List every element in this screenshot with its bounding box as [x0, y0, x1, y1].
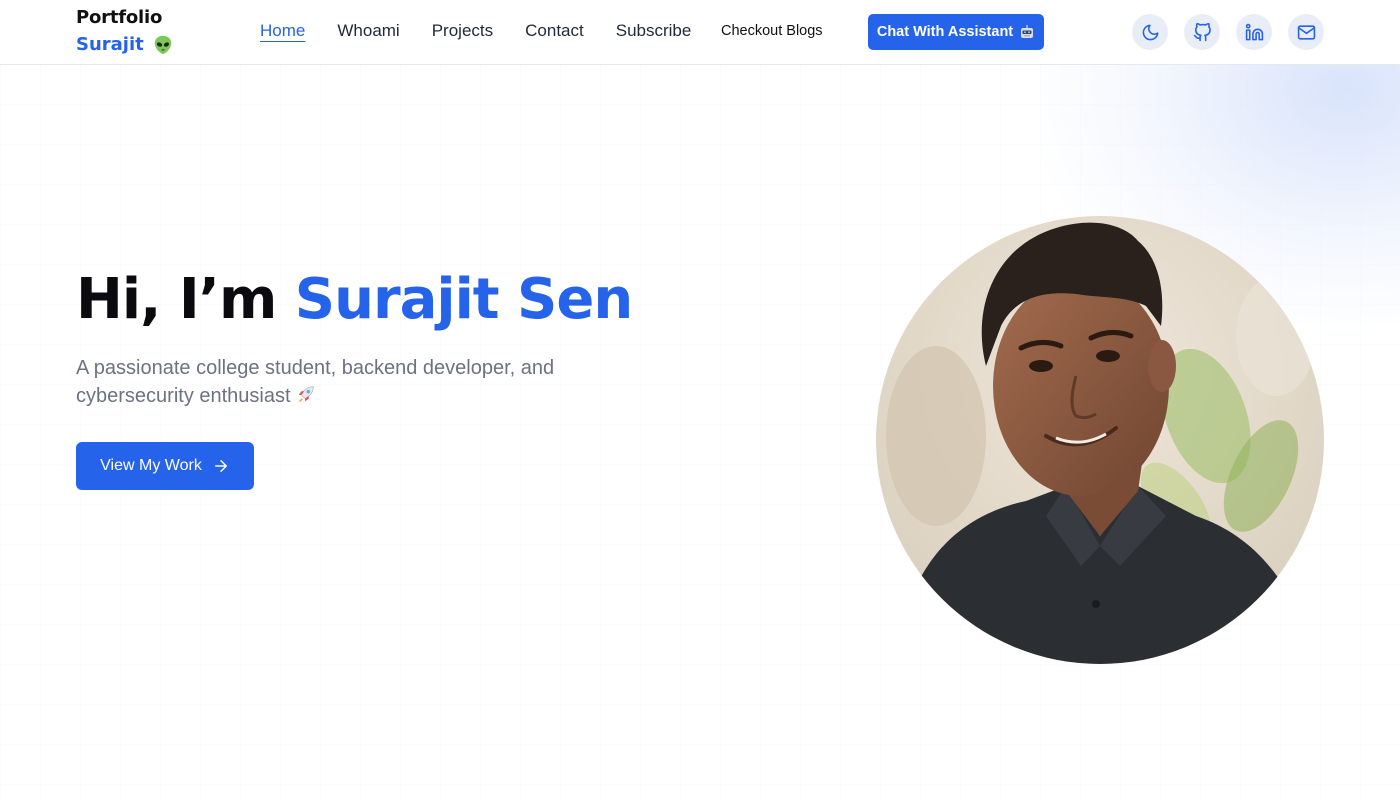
linkedin-link-button[interactable] — [1236, 14, 1272, 50]
nav-link-projects[interactable]: Projects — [432, 20, 493, 42]
hero-subtitle: A passionate college student, backend de… — [76, 354, 596, 410]
hero-heading: Hi, I’m Surajit Sen — [76, 264, 633, 336]
nav-link-whoami[interactable]: Whoami — [337, 20, 399, 42]
hero-greeting: Hi, I’m — [76, 267, 295, 332]
arrow-right-icon — [214, 460, 227, 472]
profile-photo-image — [876, 216, 1324, 664]
nav-link-subscribe[interactable]: Subscribe — [616, 20, 692, 42]
rocket-emoji-icon — [298, 386, 314, 402]
view-my-work-label: View My Work — [100, 457, 202, 474]
theme-toggle-button[interactable] — [1132, 14, 1168, 50]
moon-icon — [1142, 24, 1158, 40]
nav-link-contact[interactable]: Contact — [525, 20, 584, 42]
chat-assistant-button[interactable]: Chat With Assistant — [868, 14, 1044, 50]
github-link-button[interactable] — [1184, 14, 1220, 50]
alien-emoji-icon — [154, 35, 171, 55]
github-icon — [1193, 22, 1211, 41]
linkedin-icon — [1245, 23, 1263, 40]
nav-link-home[interactable]: Home — [260, 20, 305, 42]
checkout-blogs-link[interactable]: Checkout Blogs — [721, 23, 823, 39]
brand-name-row: Surajit — [76, 32, 174, 58]
robot-icon — [1021, 25, 1034, 38]
main-nav: Home Whoami Projects Contact Subscribe — [260, 20, 723, 42]
hero-name: Surajit Sen — [294, 267, 633, 332]
email-link-button[interactable] — [1288, 14, 1324, 50]
brand-name: Surajit — [76, 34, 144, 55]
chat-assistant-label: Chat With Assistant — [876, 24, 1014, 40]
brand-logo[interactable]: Portfolio Surajit — [76, 7, 174, 58]
brand-title: Portfolio — [76, 7, 163, 28]
mail-icon — [1297, 24, 1315, 40]
profile-photo — [876, 216, 1324, 664]
navbar: Portfolio Surajit Home Whoami Projects C… — [0, 0, 1400, 65]
view-my-work-button[interactable]: View My Work — [76, 442, 254, 490]
